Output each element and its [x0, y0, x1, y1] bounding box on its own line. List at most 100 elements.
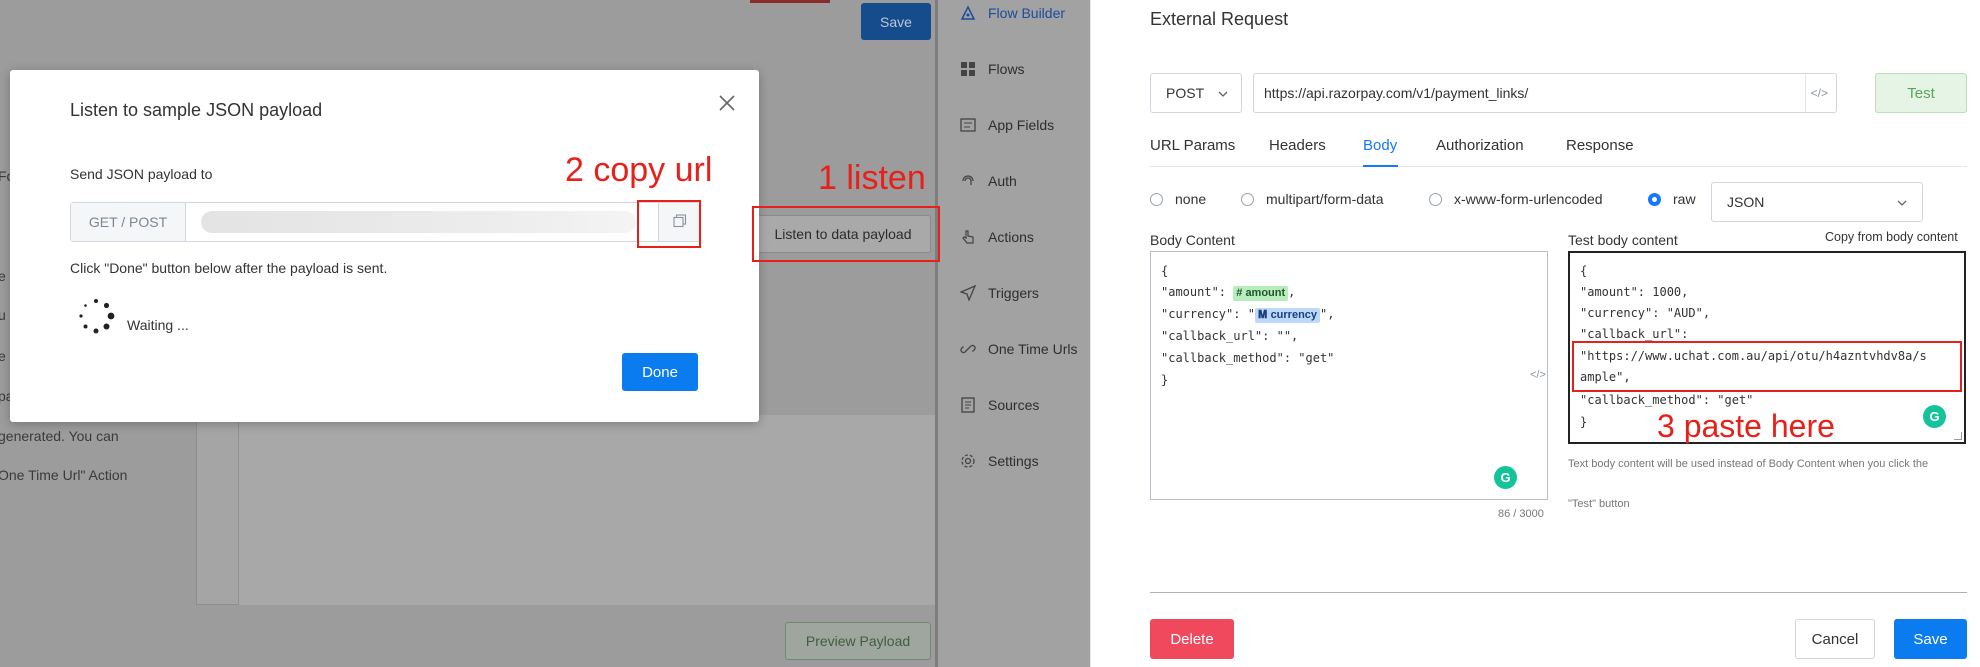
link-icon	[960, 341, 976, 357]
background-text-fragment: e	[0, 348, 6, 364]
annotation-listen-box	[752, 206, 940, 262]
document-icon	[960, 397, 976, 413]
code-line: "amount": # amount,	[1161, 285, 1296, 301]
sidebar-item-label: Auth	[988, 173, 1017, 189]
method-addon: GET / POST	[71, 203, 186, 241]
sidebar-item-settings[interactable]: Settings	[960, 453, 1039, 469]
body-char-counter: 86 / 3000	[1498, 508, 1544, 520]
background-red-line	[750, 0, 830, 3]
code-text: ",	[1320, 307, 1335, 321]
sidebar-item-flows[interactable]: Flows	[960, 61, 1025, 77]
code-icon[interactable]: </>	[1530, 369, 1546, 381]
code-line: "currency": "AUD",	[1580, 306, 1711, 320]
auth-icon	[960, 173, 976, 189]
code-line: {	[1161, 264, 1169, 278]
code-icon[interactable]: </>	[1811, 86, 1828, 100]
background-save-button[interactable]: Save	[861, 3, 931, 40]
sidebar-item-sources[interactable]: Sources	[960, 397, 1039, 413]
tab-headers[interactable]: Headers	[1269, 137, 1326, 154]
variable-name: currency	[1270, 309, 1318, 321]
sidebar-item-label: App Fields	[988, 117, 1055, 133]
code-line: "amount": 1000,	[1580, 285, 1689, 299]
request-url-input[interactable]: https://api.razorpay.com/v1/payment_link…	[1253, 73, 1837, 113]
sidebar-item-triggers[interactable]: Triggers	[960, 285, 1039, 301]
radio-none[interactable]: none	[1150, 191, 1206, 207]
sidebar-item-actions[interactable]: Actions	[960, 229, 1034, 245]
background-card-inner	[238, 415, 936, 605]
sidebar-item-one-time-urls[interactable]: One Time Urls	[960, 341, 1077, 357]
code-line: }	[1161, 373, 1169, 387]
body-content-editor[interactable]: { "amount": # amount, "currency": " 𝐌 cur…	[1150, 251, 1548, 500]
radio-label: x-www-form-urlencoded	[1454, 191, 1603, 207]
code-line: "callback_url": "",	[1161, 329, 1299, 343]
radio-urlencoded[interactable]: x-www-form-urlencoded	[1429, 191, 1603, 207]
radio-dot	[1241, 192, 1254, 206]
annotation-step-1: 1 listen	[818, 159, 926, 197]
test-body-note: "Test" button	[1568, 498, 1630, 510]
radio-label: none	[1175, 191, 1207, 207]
cancel-button[interactable]: Cancel	[1795, 619, 1875, 659]
background-text-fragment: u	[0, 307, 6, 323]
sidebar: Flow Builder Flows App Fields Auth Actio…	[935, 0, 1090, 667]
body-format-select[interactable]: JSON	[1711, 182, 1923, 222]
code-line: "callback_method": "get"	[1161, 351, 1335, 365]
method-select[interactable]: POST	[1150, 73, 1242, 113]
delete-button[interactable]: Delete	[1150, 619, 1234, 659]
code-line: {	[1580, 264, 1588, 278]
copy-from-body-link[interactable]: Copy from body content	[1825, 230, 1958, 244]
sidebar-item-app-fields[interactable]: App Fields	[960, 117, 1054, 133]
gear-icon	[960, 453, 976, 469]
annotation-step-2: 2 copy url	[565, 151, 713, 189]
url-divider	[1805, 74, 1806, 112]
panel-title: External Request	[1150, 9, 1289, 29]
radio-raw[interactable]: raw	[1648, 191, 1696, 207]
test-body-note: Text body content will be used instead o…	[1568, 458, 1929, 470]
tab-authorization[interactable]: Authorization	[1436, 137, 1524, 154]
close-icon[interactable]	[716, 92, 738, 114]
code-text: "amount":	[1161, 285, 1234, 299]
radio-multipart[interactable]: multipart/form-data	[1241, 191, 1383, 207]
variable-chip[interactable]: # amount	[1233, 286, 1289, 301]
chevron-down-icon	[1217, 87, 1229, 103]
footer-divider	[1150, 592, 1967, 593]
radio-dot	[1150, 192, 1163, 206]
loading-spinner-icon	[76, 296, 116, 336]
send-icon	[960, 285, 976, 301]
background-text-fragment: e	[0, 268, 6, 284]
webhook-url-blurred[interactable]	[201, 211, 636, 233]
annotation-copy-url-box	[637, 200, 701, 248]
resize-handle[interactable]	[1954, 432, 1962, 440]
radio-dot	[1648, 192, 1661, 206]
request-tabs: URL Params Headers Body Authorization Re…	[1150, 127, 1967, 167]
sidebar-item-auth[interactable]: Auth	[960, 173, 1017, 189]
code-text: "currency": "	[1161, 307, 1255, 321]
background-text-fragment: generated. You can	[0, 428, 119, 444]
done-button[interactable]: Done	[622, 353, 698, 391]
app-fields-icon	[960, 117, 976, 133]
radio-label: raw	[1673, 191, 1696, 207]
annotation-step-3: 3 paste here	[1657, 408, 1835, 444]
send-payload-label: Send JSON payload to	[70, 166, 213, 182]
annotation-paste-box	[1572, 341, 1962, 392]
body-format-value: JSON	[1727, 194, 1765, 210]
radio-dot	[1429, 192, 1442, 206]
sidebar-item-flow-builder[interactable]: Flow Builder	[960, 5, 1065, 21]
body-content-label: Body Content	[1150, 232, 1235, 248]
modal-title: Listen to sample JSON payload	[70, 100, 323, 120]
code-line: "currency": " 𝐌 currency ",	[1161, 307, 1335, 323]
test-button[interactable]: Test	[1875, 73, 1967, 113]
save-button[interactable]: Save	[1894, 619, 1967, 659]
tab-url-params[interactable]: URL Params	[1150, 137, 1235, 154]
code-line: "callback_method": "get"	[1580, 393, 1754, 407]
grammarly-icon[interactable]: G	[1494, 466, 1517, 489]
grammarly-icon[interactable]: G	[1923, 405, 1946, 428]
code-line: "callback_url":	[1580, 327, 1689, 341]
tab-response[interactable]: Response	[1566, 137, 1634, 154]
method-value: POST	[1166, 85, 1205, 101]
webhook-url-field: GET / POST	[70, 202, 701, 242]
tab-body[interactable]: Body	[1363, 137, 1397, 154]
code-line: }	[1580, 415, 1588, 429]
sidebar-item-label: Flows	[988, 61, 1025, 77]
preview-payload-button[interactable]: Preview Payload	[785, 622, 931, 660]
variable-chip[interactable]: 𝐌 currency	[1254, 308, 1321, 323]
